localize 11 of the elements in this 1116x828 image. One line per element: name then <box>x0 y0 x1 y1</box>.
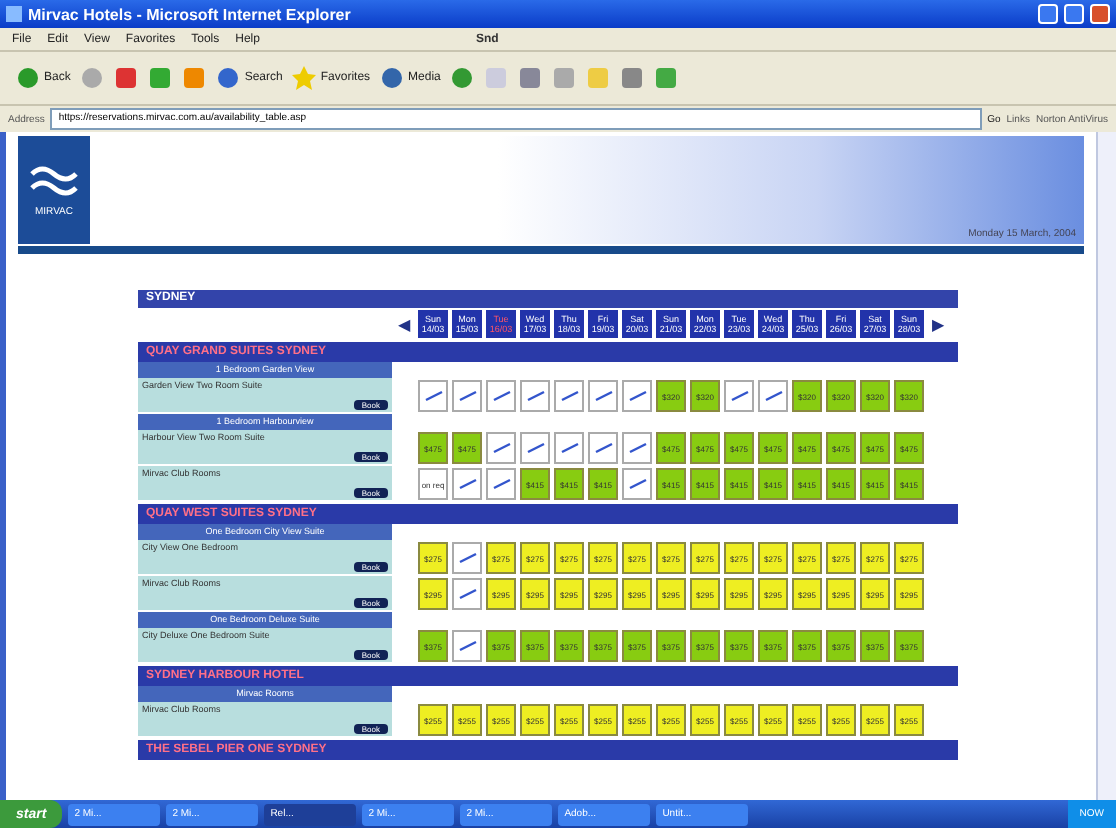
slash-icon <box>457 552 477 564</box>
browser-icon <box>6 6 22 22</box>
slash-icon <box>457 588 477 600</box>
minimize-button[interactable] <box>1038 4 1058 24</box>
close-button[interactable] <box>1090 4 1110 24</box>
scrollbar[interactable] <box>1096 132 1116 800</box>
maximize-button[interactable] <box>1064 4 1084 24</box>
window-title: Mirvac Hotels - Microsoft Internet Explorer <box>28 5 353 23</box>
slash-icon <box>627 478 647 490</box>
star-icon <box>292 66 317 90</box>
slash-icon <box>457 640 477 652</box>
